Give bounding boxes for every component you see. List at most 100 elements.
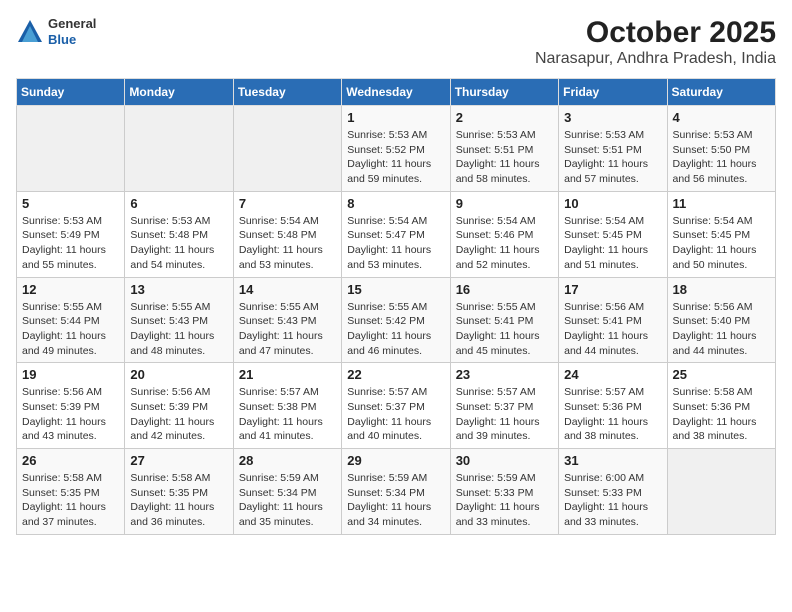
day-number: 25 bbox=[673, 367, 770, 382]
day-info: Sunrise: 5:53 AMSunset: 5:48 PMDaylight:… bbox=[130, 214, 227, 273]
weekday-header: Friday bbox=[559, 79, 667, 106]
calendar-cell: 29 Sunrise: 5:59 AMSunset: 5:34 PMDayligh… bbox=[342, 449, 450, 535]
calendar-week-row: 1 Sunrise: 5:53 AMSunset: 5:52 PMDaylight… bbox=[17, 106, 776, 192]
day-info: Sunrise: 5:55 AMSunset: 5:44 PMDaylight:… bbox=[22, 300, 119, 359]
logo-general: General bbox=[48, 16, 96, 32]
day-info: Sunrise: 5:57 AMSunset: 5:36 PMDaylight:… bbox=[564, 385, 661, 444]
day-info: Sunrise: 5:54 AMSunset: 5:46 PMDaylight:… bbox=[456, 214, 553, 273]
calendar-cell: 31Sunrise: 6:00 AMSunset: 5:33 PMDayligh… bbox=[559, 449, 667, 535]
calendar-cell: 13 Sunrise: 5:55 AMSunset: 5:43 PMDayligh… bbox=[125, 277, 233, 363]
calendar-cell: 16 Sunrise: 5:55 AMSunset: 5:41 PMDayligh… bbox=[450, 277, 558, 363]
day-number: 1 bbox=[347, 110, 444, 125]
calendar-cell: 6Sunrise: 5:53 AMSunset: 5:48 PMDaylight… bbox=[125, 191, 233, 277]
day-info: Sunrise: 5:57 AMSunset: 5:37 PMDaylight:… bbox=[456, 385, 553, 444]
calendar-cell: 28 Sunrise: 5:59 AMSunset: 5:34 PMDayligh… bbox=[233, 449, 341, 535]
day-number: 22 bbox=[347, 367, 444, 382]
calendar-cell: 3 Sunrise: 5:53 AMSunset: 5:51 PMDaylight… bbox=[559, 106, 667, 192]
calendar-cell: 7 Sunrise: 5:54 AMSunset: 5:48 PMDaylight… bbox=[233, 191, 341, 277]
calendar-cell: 26 Sunrise: 5:58 AMSunset: 5:35 PMDayligh… bbox=[17, 449, 125, 535]
day-info: Sunrise: 5:59 AMSunset: 5:34 PMDaylight:… bbox=[239, 471, 336, 530]
calendar-cell: 5 Sunrise: 5:53 AMSunset: 5:49 PMDaylight… bbox=[17, 191, 125, 277]
calendar-cell bbox=[667, 449, 775, 535]
day-info: Sunrise: 5:53 AMSunset: 5:50 PMDaylight:… bbox=[673, 128, 770, 187]
day-number: 2 bbox=[456, 110, 553, 125]
weekday-header: Wednesday bbox=[342, 79, 450, 106]
weekday-header: Tuesday bbox=[233, 79, 341, 106]
day-number: 29 bbox=[347, 453, 444, 468]
day-info: Sunrise: 5:56 AMSunset: 5:39 PMDaylight:… bbox=[22, 385, 119, 444]
day-number: 13 bbox=[130, 282, 227, 297]
calendar-cell: 19 Sunrise: 5:56 AMSunset: 5:39 PMDayligh… bbox=[17, 363, 125, 449]
day-info: Sunrise: 5:53 AMSunset: 5:51 PMDaylight:… bbox=[564, 128, 661, 187]
day-number: 28 bbox=[239, 453, 336, 468]
calendar-cell: 25Sunrise: 5:58 AMSunset: 5:36 PMDayligh… bbox=[667, 363, 775, 449]
calendar-cell: 18 Sunrise: 5:56 AMSunset: 5:40 PMDayligh… bbox=[667, 277, 775, 363]
page-title: October 2025 bbox=[535, 16, 776, 50]
day-number: 16 bbox=[456, 282, 553, 297]
page-subtitle: Narasapur, Andhra Pradesh, India bbox=[535, 50, 776, 68]
day-number: 19 bbox=[22, 367, 119, 382]
calendar-cell bbox=[233, 106, 341, 192]
day-info: Sunrise: 5:54 AMSunset: 5:45 PMDaylight:… bbox=[564, 214, 661, 273]
calendar-cell: 9Sunrise: 5:54 AMSunset: 5:46 PMDaylight… bbox=[450, 191, 558, 277]
logo-icon bbox=[16, 18, 44, 46]
day-number: 3 bbox=[564, 110, 661, 125]
day-number: 31 bbox=[564, 453, 661, 468]
day-info: Sunrise: 5:58 AMSunset: 5:35 PMDaylight:… bbox=[22, 471, 119, 530]
calendar-week-row: 26 Sunrise: 5:58 AMSunset: 5:35 PMDayligh… bbox=[17, 449, 776, 535]
day-info: Sunrise: 5:59 AMSunset: 5:33 PMDaylight:… bbox=[456, 471, 553, 530]
weekday-header: Saturday bbox=[667, 79, 775, 106]
calendar-cell: 23 Sunrise: 5:57 AMSunset: 5:37 PMDayligh… bbox=[450, 363, 558, 449]
calendar-cell: 21Sunrise: 5:57 AMSunset: 5:38 PMDayligh… bbox=[233, 363, 341, 449]
day-number: 26 bbox=[22, 453, 119, 468]
day-number: 8 bbox=[347, 196, 444, 211]
day-number: 24 bbox=[564, 367, 661, 382]
day-number: 23 bbox=[456, 367, 553, 382]
day-number: 11 bbox=[673, 196, 770, 211]
day-info: Sunrise: 5:59 AMSunset: 5:34 PMDaylight:… bbox=[347, 471, 444, 530]
calendar-cell: 20Sunrise: 5:56 AMSunset: 5:39 PMDayligh… bbox=[125, 363, 233, 449]
day-info: Sunrise: 5:55 AMSunset: 5:42 PMDaylight:… bbox=[347, 300, 444, 359]
logo-blue: Blue bbox=[48, 32, 96, 48]
logo: General Blue bbox=[16, 16, 96, 47]
day-info: Sunrise: 5:55 AMSunset: 5:41 PMDaylight:… bbox=[456, 300, 553, 359]
calendar-cell: 30 Sunrise: 5:59 AMSunset: 5:33 PMDayligh… bbox=[450, 449, 558, 535]
day-number: 15 bbox=[347, 282, 444, 297]
day-info: Sunrise: 5:56 AMSunset: 5:39 PMDaylight:… bbox=[130, 385, 227, 444]
day-info: Sunrise: 5:58 AMSunset: 5:35 PMDaylight:… bbox=[130, 471, 227, 530]
day-number: 17 bbox=[564, 282, 661, 297]
day-info: Sunrise: 5:53 AMSunset: 5:49 PMDaylight:… bbox=[22, 214, 119, 273]
calendar-header-row: SundayMondayTuesdayWednesdayThursdayFrid… bbox=[17, 79, 776, 106]
calendar-cell: 4Sunrise: 5:53 AMSunset: 5:50 PMDaylight… bbox=[667, 106, 775, 192]
weekday-header: Thursday bbox=[450, 79, 558, 106]
calendar-table: SundayMondayTuesdayWednesdayThursdayFrid… bbox=[16, 78, 776, 535]
calendar-cell: 17 Sunrise: 5:56 AMSunset: 5:41 PMDayligh… bbox=[559, 277, 667, 363]
day-number: 18 bbox=[673, 282, 770, 297]
calendar-cell: 27Sunrise: 5:58 AMSunset: 5:35 PMDayligh… bbox=[125, 449, 233, 535]
calendar-cell: 11 Sunrise: 5:54 AMSunset: 5:45 PMDayligh… bbox=[667, 191, 775, 277]
calendar-cell: 24 Sunrise: 5:57 AMSunset: 5:36 PMDayligh… bbox=[559, 363, 667, 449]
calendar-cell bbox=[17, 106, 125, 192]
day-number: 7 bbox=[239, 196, 336, 211]
day-number: 5 bbox=[22, 196, 119, 211]
calendar-cell: 15 Sunrise: 5:55 AMSunset: 5:42 PMDayligh… bbox=[342, 277, 450, 363]
logo-text: General Blue bbox=[48, 16, 96, 47]
calendar-cell: 22 Sunrise: 5:57 AMSunset: 5:37 PMDayligh… bbox=[342, 363, 450, 449]
day-info: Sunrise: 5:55 AMSunset: 5:43 PMDaylight:… bbox=[130, 300, 227, 359]
calendar-cell: 10Sunrise: 5:54 AMSunset: 5:45 PMDayligh… bbox=[559, 191, 667, 277]
calendar-week-row: 19 Sunrise: 5:56 AMSunset: 5:39 PMDayligh… bbox=[17, 363, 776, 449]
calendar-week-row: 12Sunrise: 5:55 AMSunset: 5:44 PMDayligh… bbox=[17, 277, 776, 363]
day-info: Sunrise: 5:56 AMSunset: 5:40 PMDaylight:… bbox=[673, 300, 770, 359]
day-info: Sunrise: 5:53 AMSunset: 5:52 PMDaylight:… bbox=[347, 128, 444, 187]
day-info: Sunrise: 5:57 AMSunset: 5:37 PMDaylight:… bbox=[347, 385, 444, 444]
day-info: Sunrise: 5:56 AMSunset: 5:41 PMDaylight:… bbox=[564, 300, 661, 359]
calendar-cell: 2Sunrise: 5:53 AMSunset: 5:51 PMDaylight… bbox=[450, 106, 558, 192]
day-number: 30 bbox=[456, 453, 553, 468]
day-info: Sunrise: 5:54 AMSunset: 5:48 PMDaylight:… bbox=[239, 214, 336, 273]
calendar-cell: 14Sunrise: 5:55 AMSunset: 5:43 PMDayligh… bbox=[233, 277, 341, 363]
day-info: Sunrise: 5:55 AMSunset: 5:43 PMDaylight:… bbox=[239, 300, 336, 359]
calendar-cell bbox=[125, 106, 233, 192]
day-number: 21 bbox=[239, 367, 336, 382]
day-info: Sunrise: 5:54 AMSunset: 5:45 PMDaylight:… bbox=[673, 214, 770, 273]
calendar-cell: 12Sunrise: 5:55 AMSunset: 5:44 PMDayligh… bbox=[17, 277, 125, 363]
